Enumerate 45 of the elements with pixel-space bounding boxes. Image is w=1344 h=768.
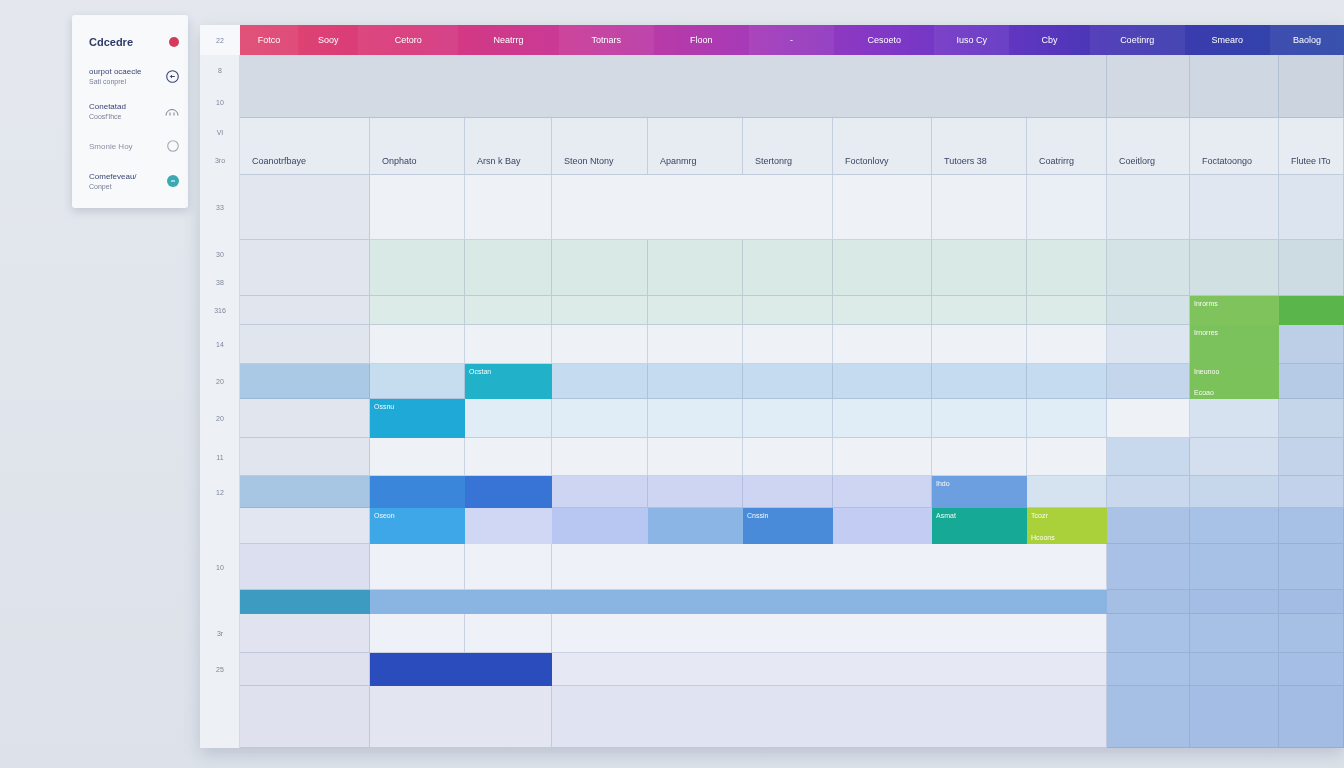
- header-label: Fotco: [240, 25, 299, 55]
- item-label[interactable]: Conetatad: [89, 102, 126, 111]
- arrow-circle-icon: [166, 69, 179, 83]
- header-label: Cby: [1040, 34, 1059, 47]
- ring-icon: [167, 140, 179, 152]
- column-header: Steon Ntony: [552, 118, 648, 175]
- column-header: Foctatoongo: [1190, 118, 1279, 175]
- header-label: Iuso Cy: [934, 25, 1010, 55]
- event-block[interactable]: [370, 590, 1107, 614]
- event-block[interactable]: [370, 653, 552, 686]
- event-block[interactable]: [648, 508, 743, 544]
- item-label[interactable]: ourpot ocaecle: [89, 67, 142, 76]
- header-label: Smearo: [1210, 34, 1245, 47]
- column-header: Coeitlorg: [1107, 118, 1190, 175]
- status-dot-icon: [169, 37, 179, 47]
- header-label: -: [748, 25, 835, 55]
- item-label[interactable]: Comefeveau/: [89, 172, 137, 181]
- column-header: Stertonrg: [743, 118, 833, 175]
- event-block[interactable]: [465, 476, 552, 508]
- header-label: Cetoro: [358, 25, 459, 55]
- column-header: Tutoers 38: [932, 118, 1027, 175]
- event-block[interactable]: [552, 508, 648, 544]
- column-header: Apanmrg: [648, 118, 743, 175]
- dot-icon: [167, 175, 179, 187]
- column-header: Coanotrfbaye: [240, 118, 370, 175]
- column-header: Flutee ITo: [1279, 118, 1344, 175]
- column-header: Foctonlovy: [833, 118, 932, 175]
- header-label: Floon: [689, 34, 714, 47]
- item-label[interactable]: Smonie Hoy: [89, 141, 133, 151]
- event-block[interactable]: [240, 590, 370, 614]
- event-block[interactable]: [1279, 296, 1344, 325]
- header-label: Sooy: [316, 34, 340, 47]
- column-header: Onphato: [370, 118, 465, 175]
- header-label: Totnars: [558, 25, 654, 55]
- header-label: Baolog: [1269, 25, 1344, 55]
- header-label: Coetinrg: [1089, 25, 1185, 55]
- card-title: Cdcedre: [89, 36, 134, 48]
- arch-icon: [165, 106, 179, 116]
- column-header: Arsn k Bay: [465, 118, 552, 175]
- header-label: Neatrrg: [492, 34, 525, 47]
- event-block[interactable]: [833, 508, 932, 544]
- column-header: Coatrirrg: [1027, 118, 1107, 175]
- header-label: Cesoeto: [866, 34, 902, 47]
- event-block[interactable]: [465, 508, 552, 544]
- event-block[interactable]: [370, 476, 465, 508]
